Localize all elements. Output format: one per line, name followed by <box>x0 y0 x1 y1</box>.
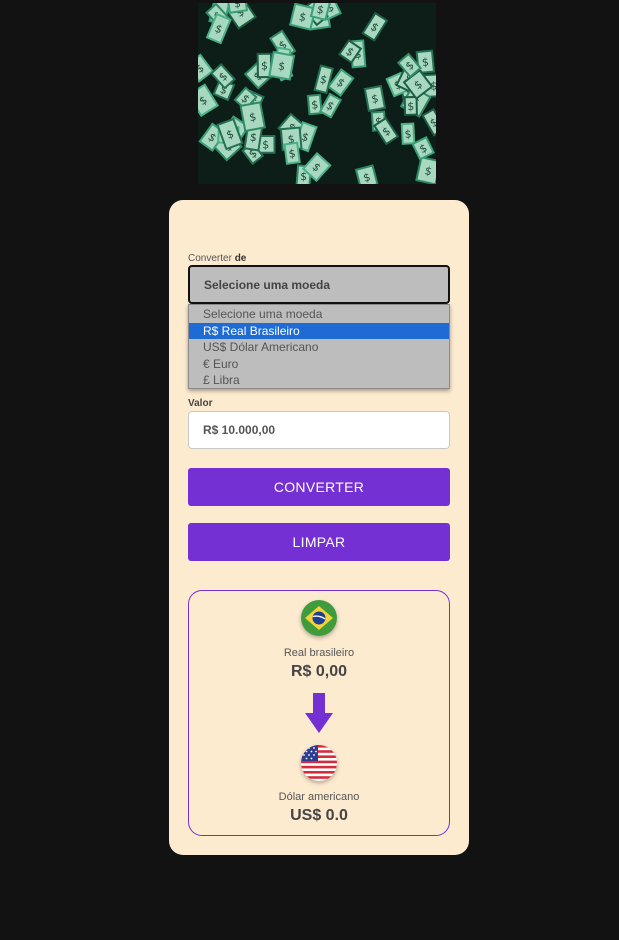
option-euro[interactable]: € Euro <box>189 356 449 373</box>
clear-button[interactable]: LIMPAR <box>188 523 450 561</box>
value-input[interactable]: R$ 10.000,00 <box>188 411 450 449</box>
svg-text:$: $ <box>421 56 429 70</box>
svg-text:$: $ <box>261 59 268 72</box>
usa-flag-icon <box>301 745 337 781</box>
currency-select[interactable]: Selecione uma moeda <box>188 265 450 304</box>
arrow-down-icon <box>304 693 334 738</box>
svg-text:$: $ <box>407 100 414 113</box>
option-select-currency[interactable]: Selecione uma moeda <box>189 306 449 323</box>
from-currency-name: Real brasileiro <box>283 647 355 659</box>
option-real-brasileiro[interactable]: R$ Real Brasileiro <box>189 322 449 339</box>
result-panel: Real brasileiro R$ 0,00 Dólar americano … <box>188 590 450 836</box>
option-dolar-americano[interactable]: US$ Dólar Americano <box>189 339 449 356</box>
svg-text:$: $ <box>311 98 319 112</box>
svg-text:$: $ <box>233 3 242 11</box>
svg-text:$: $ <box>404 127 412 140</box>
option-libra[interactable]: £ Libra <box>189 372 449 389</box>
svg-text:$: $ <box>262 138 269 151</box>
convert-button[interactable]: CONVERTER <box>188 468 450 506</box>
value-label: Valor <box>188 398 213 409</box>
currency-dropdown-list: Selecione uma moeda R$ Real Brasileiro U… <box>188 304 450 389</box>
brazil-flag-icon <box>301 600 337 636</box>
convert-from-label: Converter de <box>188 253 247 264</box>
converter-card: Converter de Selecione uma moeda Selecio… <box>169 200 469 855</box>
money-banner-image: $ $ $ $ $ $ $ $ $ $ $ $ $ $ $ $ $ $ $ $ $ $ $ $ $ $ $ $ $ $ $ $ $ $ $ $ $ $ $ $… <box>198 3 436 184</box>
from-currency-value: R$ 0,00 <box>290 663 348 680</box>
to-currency-value: US$ 0.0 <box>290 807 348 824</box>
to-currency-name: Dólar americano <box>278 791 360 803</box>
currency-select-value: Selecione uma moeda <box>204 278 331 292</box>
